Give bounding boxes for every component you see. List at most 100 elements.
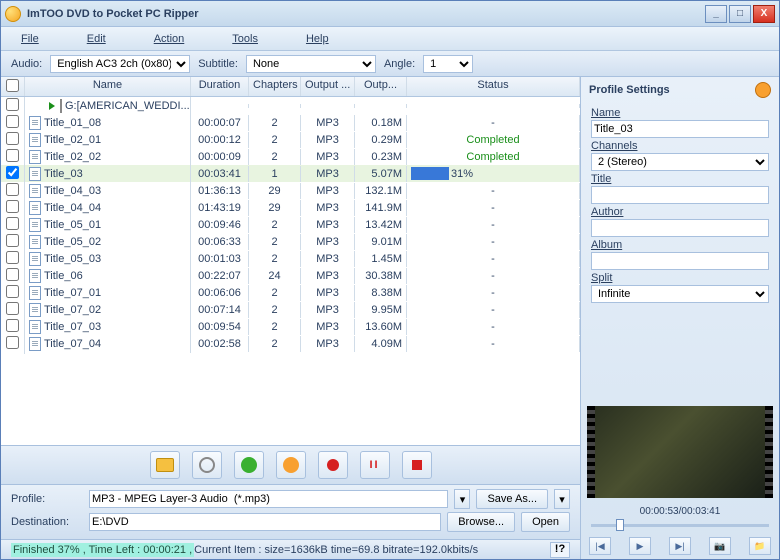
settings-button[interactable]: [276, 451, 306, 479]
root-label: G:[AMERICAN_WEDDI...: [65, 100, 190, 112]
status-bar: Finished 37% , Time Left : 00:00:21 , Cu…: [1, 539, 580, 559]
file-icon: [29, 184, 41, 198]
table-row[interactable]: Title_02_0100:00:122MP30.29MCompleted: [1, 131, 580, 148]
table-row[interactable]: Title_07_0300:09:542MP313.60M-: [1, 318, 580, 335]
open-dvd-button[interactable]: [192, 451, 222, 479]
minimize-button[interactable]: _: [705, 5, 727, 23]
row-checkbox[interactable]: [6, 166, 19, 179]
profile-input[interactable]: [89, 490, 448, 508]
row-duration: 00:09:46: [191, 217, 249, 233]
row-duration: 00:06:33: [191, 234, 249, 250]
play-button[interactable]: ▶: [629, 537, 651, 555]
row-checkbox[interactable]: [6, 183, 19, 196]
menu-edit[interactable]: Edit: [87, 33, 106, 45]
pause-button[interactable]: II: [360, 451, 390, 479]
col-status[interactable]: Status: [407, 77, 580, 96]
close-button[interactable]: X: [753, 5, 775, 23]
profile-dropdown[interactable]: ▾: [454, 489, 470, 509]
destination-input[interactable]: [89, 513, 441, 531]
row-status: -: [407, 251, 580, 267]
snapshot-folder-button[interactable]: 📁: [749, 537, 771, 555]
grid-body[interactable]: G:[AMERICAN_WEDDI... Title_01_0800:00:072…: [1, 97, 580, 445]
row-chapters: 2: [249, 285, 301, 301]
preview-slider[interactable]: [591, 519, 769, 531]
prev-button[interactable]: |◀: [589, 537, 611, 555]
table-row[interactable]: Title_07_0200:07:142MP39.95M-: [1, 301, 580, 318]
table-row[interactable]: Title_04_0301:36:1329MP3132.1M-: [1, 182, 580, 199]
row-name: Title_05_03: [44, 253, 101, 265]
saveas-button[interactable]: Save As...: [476, 489, 548, 509]
row-checkbox[interactable]: [6, 149, 19, 162]
menu-help[interactable]: Help: [306, 33, 329, 45]
record-button[interactable]: [318, 451, 348, 479]
slider-thumb[interactable]: [616, 519, 624, 531]
row-output: MP3: [301, 183, 355, 199]
table-row[interactable]: Title_0600:22:0724MP330.38M-: [1, 267, 580, 284]
col-output[interactable]: Output ...: [301, 77, 355, 96]
row-checkbox[interactable]: [6, 251, 19, 264]
row-checkbox[interactable]: [6, 302, 19, 315]
saveas-dropdown[interactable]: ▾: [554, 489, 570, 509]
row-status: -: [407, 285, 580, 301]
open-button[interactable]: Open: [521, 512, 570, 532]
row-checkbox[interactable]: [6, 268, 19, 281]
row-checkbox[interactable]: [6, 217, 19, 230]
row-chapters: 2: [249, 234, 301, 250]
row-checkbox[interactable]: [6, 200, 19, 213]
file-icon: [29, 337, 41, 351]
row-output: MP3: [301, 115, 355, 131]
subtitle-select[interactable]: None: [246, 55, 376, 73]
open-folder-button[interactable]: [150, 451, 180, 479]
status-text: -: [491, 321, 495, 333]
ps-author-input[interactable]: [591, 219, 769, 237]
row-checkbox[interactable]: [6, 98, 19, 111]
row-checkbox[interactable]: [6, 319, 19, 332]
menu-tools[interactable]: Tools: [232, 33, 258, 45]
ps-title-input[interactable]: [591, 186, 769, 204]
table-row[interactable]: Title_05_0100:09:462MP313.42M-: [1, 216, 580, 233]
row-size: 141.9M: [355, 200, 407, 216]
add-button[interactable]: [234, 451, 264, 479]
table-row[interactable]: Title_05_0200:06:332MP39.01M-: [1, 233, 580, 250]
col-outsize[interactable]: Outp...: [355, 77, 407, 96]
row-checkbox[interactable]: [6, 336, 19, 349]
ps-split-select[interactable]: Infinite: [591, 285, 769, 303]
stop-button[interactable]: [402, 451, 432, 479]
row-checkbox[interactable]: [6, 285, 19, 298]
settings-gear-icon[interactable]: [755, 82, 771, 98]
menu-action[interactable]: Action: [154, 33, 185, 45]
table-row[interactable]: Title_0300:03:411MP35.07M31%: [1, 165, 580, 182]
table-row[interactable]: Title_07_0400:02:582MP34.09M-: [1, 335, 580, 352]
table-row[interactable]: Title_01_0800:00:072MP30.18M-: [1, 114, 580, 131]
help-button[interactable]: !?: [550, 542, 570, 558]
row-duration: 00:03:41: [191, 166, 249, 182]
tree-root[interactable]: G:[AMERICAN_WEDDI...: [1, 97, 580, 114]
row-checkbox[interactable]: [6, 234, 19, 247]
col-duration[interactable]: Duration: [191, 77, 249, 96]
row-output: MP3: [301, 217, 355, 233]
next-button[interactable]: ▶|: [669, 537, 691, 555]
table-row[interactable]: Title_04_0401:43:1929MP3141.9M-: [1, 199, 580, 216]
ps-channels-select[interactable]: 2 (Stereo): [591, 153, 769, 171]
add-icon: [241, 457, 257, 473]
row-checkbox[interactable]: [6, 115, 19, 128]
table-row[interactable]: Title_02_0200:00:092MP30.23MCompleted: [1, 148, 580, 165]
select-all-checkbox[interactable]: [6, 79, 19, 92]
menu-file[interactable]: File: [21, 33, 39, 45]
snapshot-button[interactable]: 📷: [709, 537, 731, 555]
col-name[interactable]: Name: [25, 77, 191, 96]
angle-select[interactable]: 1: [423, 55, 473, 73]
table-row[interactable]: Title_05_0300:01:032MP31.45M-: [1, 250, 580, 267]
col-chapters[interactable]: Chapters: [249, 77, 301, 96]
maximize-button[interactable]: □: [729, 5, 751, 23]
audio-select[interactable]: English AC3 2ch (0x80): [50, 55, 190, 73]
ps-album-input[interactable]: [591, 252, 769, 270]
browse-button[interactable]: Browse...: [447, 512, 515, 532]
ps-name-input[interactable]: [591, 120, 769, 138]
table-row[interactable]: Title_07_0100:06:062MP38.38M-: [1, 284, 580, 301]
row-duration: 00:00:09: [191, 149, 249, 165]
row-checkbox[interactable]: [6, 132, 19, 145]
expand-icon[interactable]: [49, 102, 55, 110]
row-size: 8.38M: [355, 285, 407, 301]
file-icon: [29, 286, 41, 300]
